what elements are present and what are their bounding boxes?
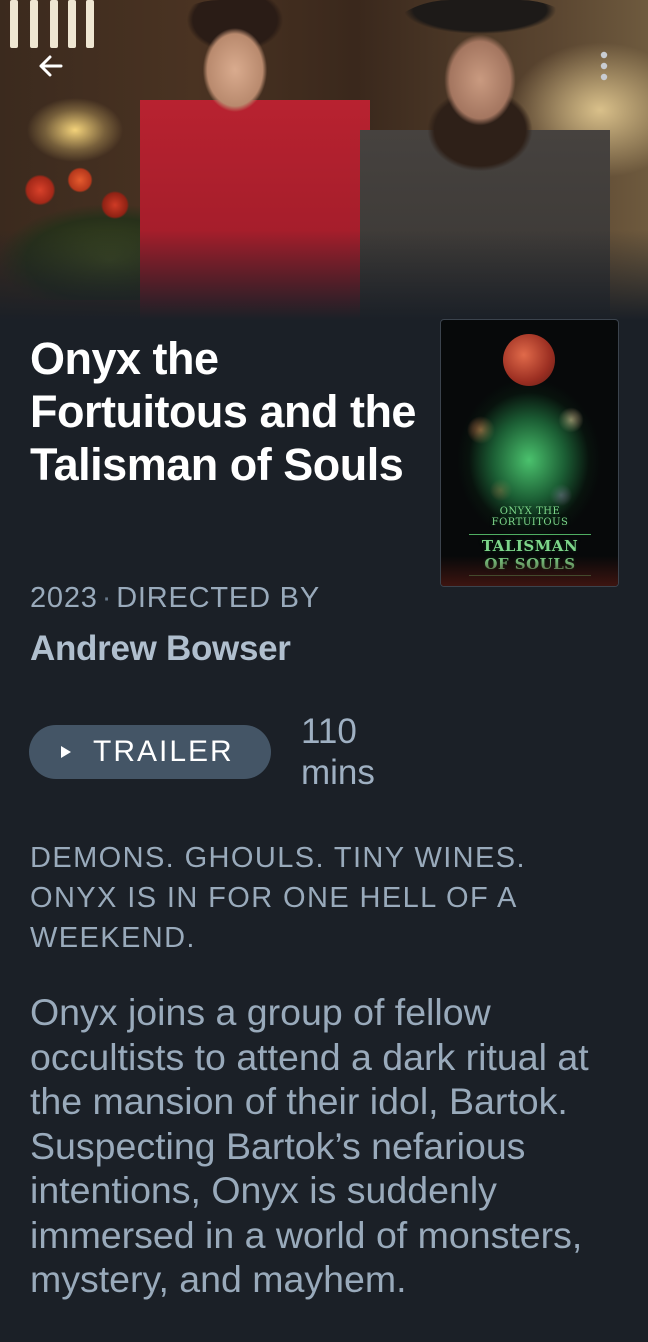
backdrop-image bbox=[0, 0, 648, 320]
poster-bottom-fade bbox=[441, 556, 618, 586]
film-poster[interactable]: ONYX THE FORTUITOUS TALISMAN OF SOULS bbox=[440, 319, 619, 587]
directed-by-label: DIRECTED BY bbox=[116, 582, 320, 614]
more-options-button[interactable] bbox=[588, 46, 620, 86]
synopsis: Onyx joins a group of fellow occultists … bbox=[30, 991, 589, 1300]
release-year[interactable]: 2023 bbox=[30, 582, 98, 614]
director-name[interactable]: Andrew Bowser bbox=[30, 627, 291, 671]
tagline: DEMONS. GHOULS. TINY WINES. ONYX IS IN F… bbox=[30, 842, 526, 954]
backdrop-fade bbox=[0, 230, 648, 320]
candle bbox=[10, 0, 18, 48]
film-meta: 2023 · DIRECTED BY bbox=[30, 580, 320, 616]
candle bbox=[68, 0, 76, 48]
candle bbox=[30, 0, 38, 48]
film-title: Onyx the Fortuitous and the Talisman of … bbox=[30, 333, 416, 490]
poster-logo-line1: ONYX THE FORTUITOUS bbox=[491, 506, 569, 528]
more-vertical-icon bbox=[600, 51, 608, 81]
candle bbox=[50, 0, 58, 48]
play-icon bbox=[61, 746, 71, 758]
candle bbox=[86, 0, 94, 48]
arrow-left-icon bbox=[39, 55, 63, 77]
meta-separator: · bbox=[101, 582, 113, 614]
runtime: 110 mins bbox=[301, 712, 375, 792]
trailer-button[interactable]: TRAILER bbox=[29, 725, 271, 779]
back-button[interactable] bbox=[30, 46, 70, 86]
trailer-button-label: TRAILER bbox=[93, 735, 234, 768]
poster-moon bbox=[503, 334, 555, 386]
